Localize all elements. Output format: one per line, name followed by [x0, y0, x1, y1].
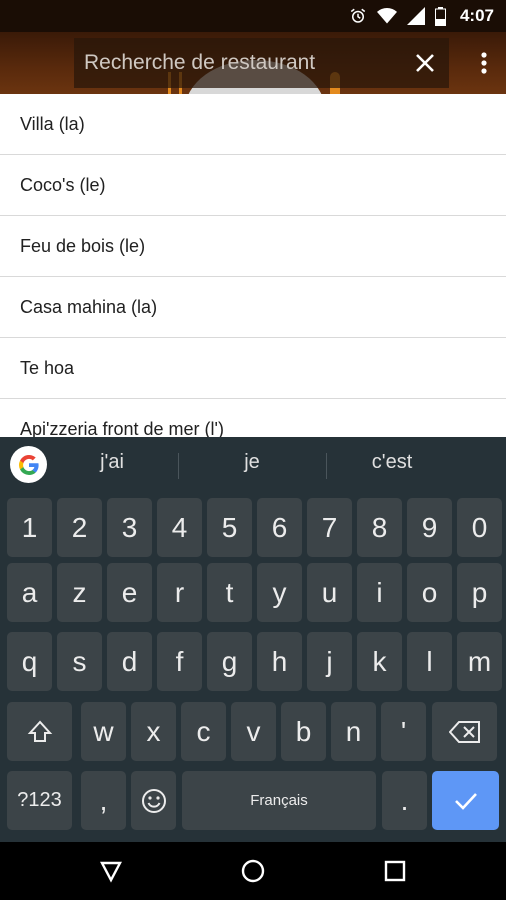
key-u[interactable]: u — [307, 563, 352, 622]
clear-search-button[interactable] — [401, 38, 449, 88]
search-bar — [74, 38, 449, 88]
app-header — [0, 32, 506, 94]
google-logo-icon[interactable] — [10, 446, 47, 483]
comma-key[interactable]: , — [81, 771, 126, 830]
result-item[interactable]: Casa mahina (la) — [0, 277, 506, 338]
key-f[interactable]: f — [157, 632, 202, 691]
emoji-icon — [141, 788, 166, 813]
key-i[interactable]: i — [357, 563, 402, 622]
home-circle-icon — [241, 859, 265, 883]
space-key[interactable]: Français — [182, 771, 376, 830]
symbols-key[interactable]: ?123 — [7, 771, 72, 830]
battery-icon — [434, 6, 446, 26]
key-l[interactable]: l — [407, 632, 452, 691]
key-j[interactable]: j — [307, 632, 352, 691]
word-suggestion[interactable]: j'ai — [57, 451, 167, 474]
key-6[interactable]: 6 — [257, 498, 302, 557]
key-a[interactable]: a — [7, 563, 52, 622]
suggestion-strip: j'ai je c'est — [0, 437, 506, 493]
key-x[interactable]: x — [131, 702, 176, 761]
word-suggestion[interactable]: je — [197, 451, 307, 474]
result-item[interactable]: Villa (la) — [0, 94, 506, 155]
shift-key[interactable] — [7, 702, 72, 761]
recents-square-icon — [384, 860, 406, 882]
key-n[interactable]: n — [331, 702, 376, 761]
soft-keyboard: j'ai je c'est 1 2 3 4 5 6 7 8 9 0 a z e … — [0, 437, 506, 842]
result-item[interactable]: Feu de bois (le) — [0, 216, 506, 277]
enter-key[interactable] — [432, 771, 499, 830]
suggestion-divider — [326, 453, 327, 479]
status-bar: 4:07 — [0, 0, 506, 32]
result-item[interactable]: Te hoa — [0, 338, 506, 399]
backspace-icon — [448, 720, 480, 743]
suggestion-divider — [178, 453, 179, 479]
checkmark-icon — [454, 792, 477, 810]
key-s[interactable]: s — [57, 632, 102, 691]
backspace-key[interactable] — [432, 702, 497, 761]
search-input[interactable] — [84, 51, 401, 75]
signal-icon — [406, 7, 425, 25]
home-button[interactable] — [236, 854, 270, 888]
more-vert-icon — [481, 52, 487, 74]
key-k[interactable]: k — [357, 632, 402, 691]
result-item[interactable]: Api'zzeria front de mer (l') — [0, 399, 506, 438]
search-results-list: Villa (la) Coco's (le) Feu de bois (le) … — [0, 94, 506, 437]
key-q[interactable]: q — [7, 632, 52, 691]
recents-button[interactable] — [378, 854, 412, 888]
key-w[interactable]: w — [81, 702, 126, 761]
wifi-icon — [376, 7, 397, 25]
emoji-key[interactable] — [131, 771, 176, 830]
key-apostrophe[interactable]: ' — [381, 702, 426, 761]
key-5[interactable]: 5 — [207, 498, 252, 557]
key-o[interactable]: o — [407, 563, 452, 622]
word-suggestion[interactable]: c'est — [337, 451, 447, 474]
key-1[interactable]: 1 — [7, 498, 52, 557]
key-9[interactable]: 9 — [407, 498, 452, 557]
key-7[interactable]: 7 — [307, 498, 352, 557]
key-r[interactable]: r — [157, 563, 202, 622]
key-v[interactable]: v — [231, 702, 276, 761]
key-0[interactable]: 0 — [457, 498, 502, 557]
back-button[interactable] — [94, 854, 128, 888]
key-d[interactable]: d — [107, 632, 152, 691]
key-3[interactable]: 3 — [107, 498, 152, 557]
key-g[interactable]: g — [207, 632, 252, 691]
key-z[interactable]: z — [57, 563, 102, 622]
key-4[interactable]: 4 — [157, 498, 202, 557]
close-icon — [416, 54, 434, 72]
key-2[interactable]: 2 — [57, 498, 102, 557]
status-time: 4:07 — [459, 6, 494, 25]
key-8[interactable]: 8 — [357, 498, 402, 557]
key-t[interactable]: t — [207, 563, 252, 622]
result-item[interactable]: Coco's (le) — [0, 155, 506, 216]
key-p[interactable]: p — [457, 563, 502, 622]
key-h[interactable]: h — [257, 632, 302, 691]
shift-icon — [27, 720, 52, 742]
key-y[interactable]: y — [257, 563, 302, 622]
navigation-bar — [0, 842, 506, 900]
overflow-menu-button[interactable] — [472, 40, 496, 86]
key-c[interactable]: c — [181, 702, 226, 761]
key-m[interactable]: m — [457, 632, 502, 691]
back-triangle-icon — [100, 861, 122, 883]
key-b[interactable]: b — [281, 702, 326, 761]
period-key[interactable]: . — [382, 771, 427, 830]
key-e[interactable]: e — [107, 563, 152, 622]
alarm-icon — [349, 7, 367, 25]
